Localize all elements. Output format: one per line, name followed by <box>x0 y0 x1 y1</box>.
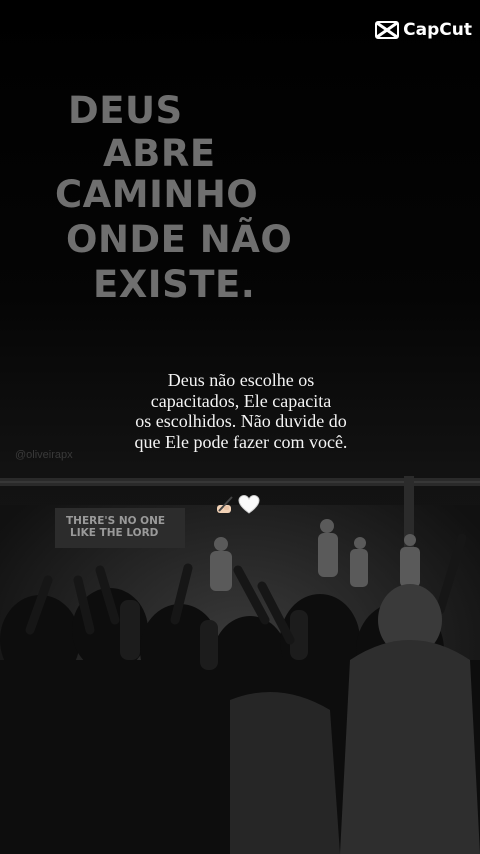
quote-line-1: Deus não escolhe os <box>167 370 315 390</box>
emoji-row <box>214 494 260 521</box>
headline-line-4: ONDE NÃO <box>66 218 293 261</box>
headline-line-2: ABRE <box>103 132 216 175</box>
headline-line-1: DEUS <box>68 89 183 132</box>
capcut-watermark: CapCut <box>375 20 472 40</box>
quote-line-4: que Ele pode fazer com você. <box>134 431 348 452</box>
stage-screen-line-1: THERE'S NO ONE <box>66 515 166 527</box>
headline-line-5: EXISTE. <box>93 263 256 306</box>
capcut-brand-name: CapCut <box>403 20 472 40</box>
writing-hand-icon <box>214 494 236 521</box>
stage-screen-line-2: LIKE THE LORD <box>70 526 159 539</box>
stage-screen-text: THERE'S NO ONE LIKE THE LORD <box>66 515 166 539</box>
capcut-logo-icon <box>375 20 400 40</box>
creator-watermark: @oliveirapx <box>15 449 73 461</box>
quote-line-2: capacitados, Ele capacita <box>150 390 332 411</box>
quote-text: Deus não escolhe os capacitados, Ele cap… <box>100 370 382 452</box>
headline-line-3: CAMINHO <box>55 173 259 216</box>
white-heart-icon <box>238 494 260 521</box>
quote-line-3: os escolhidos. Não duvide do <box>135 411 347 431</box>
